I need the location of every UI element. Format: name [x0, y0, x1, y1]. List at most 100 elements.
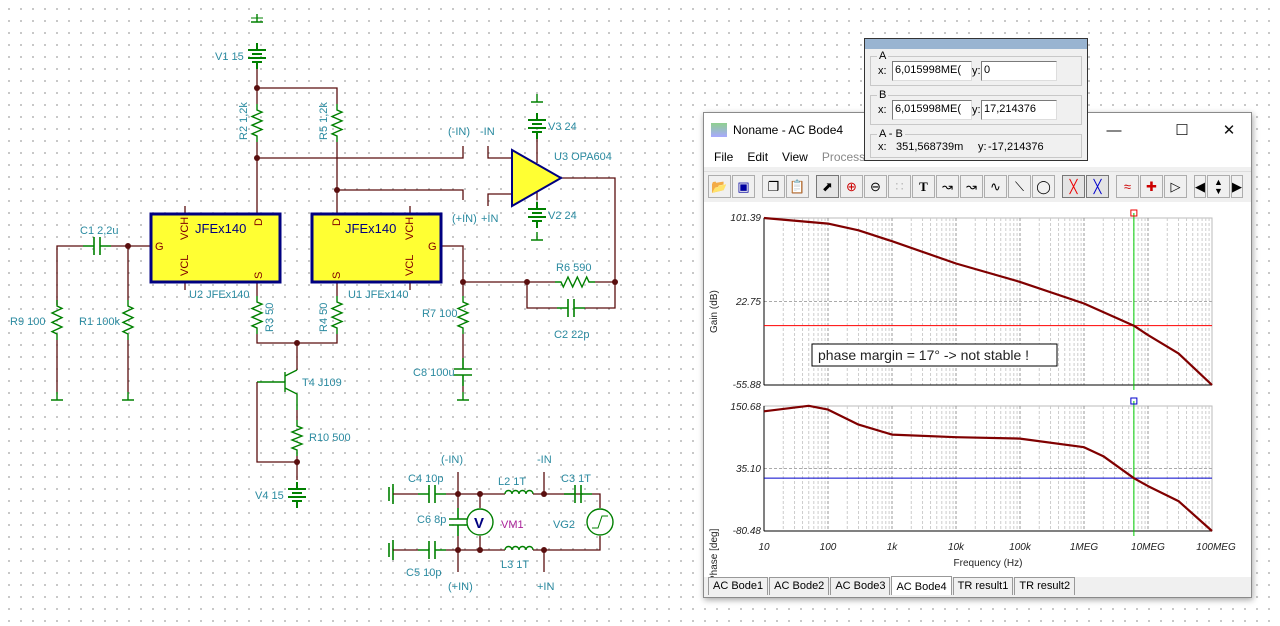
ellipse-icon[interactable]: ◯ — [1032, 175, 1055, 198]
label-r10: R10 500 — [309, 432, 351, 444]
cursor-b-group: B x: 6,015998ME( y: 17,214376 — [870, 89, 1082, 125]
scroll-right-icon[interactable]: ▶ — [1231, 175, 1243, 198]
cursor-b-x-label: x: — [878, 104, 887, 116]
label-r3: R3 50 — [264, 303, 276, 332]
phase-plot[interactable] — [763, 397, 1213, 536]
cursor-diff-x-value: 351,568739m — [896, 141, 964, 153]
tab-tr-result2[interactable]: TR result2 — [1014, 577, 1076, 595]
resistor-r6 — [555, 275, 595, 289]
maximize-button[interactable]: ☐ — [1159, 113, 1205, 147]
zoom-in-icon[interactable]: ⊕ — [840, 175, 863, 198]
menu-edit[interactable]: Edit — [740, 150, 775, 164]
voltmeter-v-glyph: V — [474, 515, 484, 532]
resistor-r4 — [330, 296, 344, 334]
wire — [56, 245, 83, 305]
cursor-dialog-caption[interactable] — [865, 39, 1087, 49]
label-v4: V4 15 — [255, 490, 284, 502]
bode-chart-area[interactable]: Gain (dB) 101.39 22.75 -55.88 phase marg… — [704, 202, 1251, 582]
legend-icon[interactable]: ∿ — [984, 175, 1007, 198]
tab-ac-bode1[interactable]: AC Bode1 — [708, 577, 769, 595]
cursor-diff-label: A - B — [877, 128, 905, 140]
gain-ytick-top: 101.39 — [730, 213, 761, 224]
pointer-icon[interactable]: ⬈ — [816, 175, 839, 198]
inductor-l3 — [504, 545, 534, 551]
cursor-b-y-field[interactable]: 17,214376 — [981, 100, 1057, 120]
add-curve-icon[interactable]: ≈ — [1116, 175, 1139, 198]
cursor-b-icon[interactable]: ╳ — [1086, 175, 1109, 198]
pin-u1-s: S — [331, 272, 343, 279]
flag-icon[interactable]: ▷ — [1164, 175, 1187, 198]
app-icon — [711, 123, 727, 137]
close-button[interactable]: ✕ — [1206, 113, 1252, 147]
grid-icon[interactable]: ∷ — [888, 175, 911, 198]
wire — [592, 493, 601, 508]
tab-ac-bode3[interactable]: AC Bode3 — [830, 577, 891, 595]
wire — [337, 189, 464, 200]
pin-u1-d: D — [331, 218, 343, 226]
junction — [612, 279, 618, 285]
wire — [441, 245, 464, 296]
label-minus-in-node: (-IN) — [448, 126, 470, 138]
tab-ac-bode4[interactable]: AC Bode4 — [891, 576, 952, 595]
resistor-r2 — [250, 104, 264, 142]
label-u1-type: JFEx140 — [345, 221, 396, 236]
menu-file[interactable]: File — [707, 150, 740, 164]
text-icon[interactable]: T — [912, 175, 935, 198]
pin-u1-vch: VCH — [404, 217, 416, 240]
label-c1: C1 2,2u — [80, 225, 119, 237]
battery-v4 — [288, 482, 306, 508]
label-l3: L3 1T — [501, 559, 529, 571]
menu-view[interactable]: View — [775, 150, 815, 164]
xtick: 100k — [1009, 542, 1032, 553]
pin-u2-s: S — [253, 272, 265, 279]
schematic-canvas[interactable]: V V1 15 R2 1,2k R5 1,2k (-IN) -IN (+IN) … — [0, 0, 700, 626]
phase-ytick-bottom: -80.48 — [733, 526, 762, 537]
scroll-left-icon[interactable]: ◀ — [1194, 175, 1206, 198]
resistor-r10 — [290, 420, 304, 456]
battery-v3 — [528, 113, 546, 139]
cursor-a-x-field[interactable]: 6,015998ME( — [892, 61, 972, 81]
wire — [257, 146, 464, 159]
label-opamp-plus-in: +IN — [481, 213, 498, 225]
label-u3: U3 OPA604 — [554, 151, 612, 163]
copy-icon[interactable]: ❐ — [762, 175, 785, 198]
x-axis-label: Frequency (Hz) — [954, 558, 1023, 569]
question-curve-icon[interactable]: ↝ — [960, 175, 983, 198]
minimize-button[interactable]: — — [1091, 113, 1137, 147]
label-curve-icon[interactable]: ↝ — [936, 175, 959, 198]
tab-ac-bode2[interactable]: AC Bode2 — [769, 577, 830, 595]
cursor-a-y-field[interactable]: 0 — [981, 61, 1057, 81]
phase-margin-annotation[interactable]: phase margin = 17° -> not stable ! — [818, 347, 1029, 363]
label-opamp-minus-in: -IN — [480, 126, 495, 138]
open-icon[interactable]: 📂 — [708, 175, 731, 198]
label-c6: C6 8p — [417, 514, 446, 526]
tab-tr-result1[interactable]: TR result1 — [952, 577, 1014, 595]
window-title: Noname - AC Bode4 — [733, 123, 844, 137]
cursor-b-x-field[interactable]: 6,015998ME( — [892, 100, 972, 120]
label-v2: V2 24 — [548, 210, 577, 222]
xtick: 1k — [887, 542, 899, 553]
scroll-up-down-icon[interactable]: ▲ ▼ — [1207, 175, 1230, 198]
cursor-diff-y-value: -17,214376 — [988, 141, 1044, 153]
label-r7: R7 100 — [422, 308, 457, 320]
gain-ytick-bottom: -55.88 — [733, 380, 762, 391]
capacitor-c2 — [557, 299, 585, 317]
wire — [585, 282, 616, 309]
phase-ytick-top: 150.68 — [730, 402, 761, 413]
add-probe-icon[interactable]: ✚ — [1140, 175, 1163, 198]
line-icon[interactable]: ⟍ — [1008, 175, 1031, 198]
zoom-100-icon[interactable]: ⊖ — [864, 175, 887, 198]
cursor-a-icon[interactable]: ╳ — [1062, 175, 1085, 198]
schematic-components: V — [50, 14, 618, 572]
schematic-labels: V1 15 R2 1,2k R5 1,2k (-IN) -IN (+IN) +I… — [10, 51, 612, 593]
paste-icon[interactable]: 📋 — [786, 175, 809, 198]
label-r4: R4 50 — [318, 303, 330, 332]
jfet-t4 — [257, 369, 298, 410]
label-vg2: VG2 — [553, 519, 575, 531]
bode-plots[interactable]: Gain (dB) 101.39 22.75 -55.88 phase marg… — [704, 202, 1251, 582]
label-r2: R2 1,2k — [238, 102, 250, 140]
ground-v3 — [531, 94, 543, 103]
save-icon[interactable]: ▣ — [732, 175, 755, 198]
xtick: 100 — [820, 542, 837, 553]
phase-ytick-mid: 35.10 — [736, 464, 761, 475]
